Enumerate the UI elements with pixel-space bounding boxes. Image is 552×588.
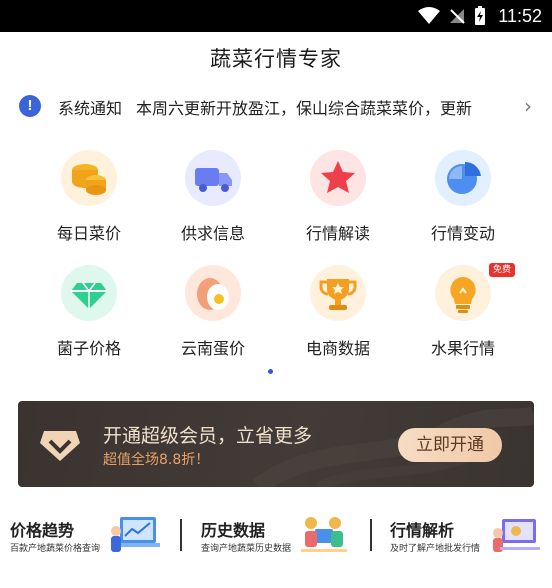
grid-item-label: 云南蛋价 xyxy=(180,339,245,358)
no-signal-icon xyxy=(450,9,465,24)
grid-item-label: 电商数据 xyxy=(305,339,370,358)
grid-item-daily-price[interactable]: 每日菜价 xyxy=(29,140,149,250)
wifi-icon xyxy=(418,7,441,24)
card-title: 行情解析 xyxy=(390,521,455,540)
pie-chart-icon xyxy=(435,150,491,206)
page-title: 蔬菜行情专家 xyxy=(210,47,342,71)
history-data-illustration xyxy=(301,517,347,552)
grid-item-market-changes[interactable]: 行情变动 xyxy=(403,140,523,250)
card-subtitle: 及时了解产地批发行情 xyxy=(390,544,481,554)
system-notice[interactable]: ! 系统通知 本周六更新开放盈江，保山综合蔬菜菜价，更新 › xyxy=(0,88,552,124)
grid-item-label: 菌子价格 xyxy=(56,339,121,358)
info-icon: ! xyxy=(19,95,41,117)
status-icons: 11:52 xyxy=(418,0,542,32)
open-membership-button[interactable]: 立即开通 xyxy=(398,428,502,462)
card-title: 历史数据 xyxy=(201,521,266,540)
grid-item-label: 行情变动 xyxy=(430,224,495,243)
price-trend-illustration xyxy=(111,517,160,552)
grid-item-mushroom-price[interactable]: 菌子价格 xyxy=(29,255,149,365)
card-subtitle: 百款产地蔬菜价格查询 xyxy=(10,544,101,554)
history-data-card[interactable]: 历史数据 查询产地蔬菜历史数据 xyxy=(201,505,361,565)
market-analysis-illustration xyxy=(493,519,540,552)
lightbulb-icon xyxy=(435,265,491,321)
chevron-right-icon[interactable]: › xyxy=(524,95,532,117)
diamond-icon xyxy=(61,265,117,321)
egg-icon xyxy=(185,265,241,321)
grid-item-fruit-market[interactable]: 免费 水果行情 xyxy=(403,255,523,365)
grid-item-label: 行情解读 xyxy=(305,224,370,243)
status-bar: 11:52 xyxy=(0,0,552,32)
market-analysis-card[interactable]: 行情解析 及时了解产地批发行情 xyxy=(390,505,542,565)
vip-banner[interactable]: 开通超级会员，立省更多 超值全场8.8折！ 立即开通 xyxy=(18,401,534,487)
banner-title: 开通超级会员，立省更多 xyxy=(103,425,313,447)
title-bar: 蔬菜行情专家 xyxy=(0,32,552,84)
grid-item-supply-demand[interactable]: 供求信息 xyxy=(153,140,273,250)
star-icon xyxy=(310,150,366,206)
banner-subtitle: 超值全场8.8折！ xyxy=(103,452,210,468)
trophy-icon xyxy=(310,265,366,321)
grid-item-egg-price[interactable]: 云南蛋价 xyxy=(153,255,273,365)
grid-item-label: 水果行情 xyxy=(430,339,495,358)
card-title: 价格趋势 xyxy=(10,521,75,540)
bottom-card-row: 价格趋势 百款产地蔬菜价格查询 历史数据 查询产地蔬菜历史数据 行情解析 及时了… xyxy=(0,505,552,565)
status-time: 11:52 xyxy=(498,5,542,26)
grid-item-label: 每日菜价 xyxy=(56,224,121,243)
grid-item-label: 供求信息 xyxy=(180,224,245,243)
price-trend-card[interactable]: 价格趋势 百款产地蔬菜价格查询 xyxy=(10,505,170,565)
card-subtitle: 查询产地蔬菜历史数据 xyxy=(201,544,292,554)
notice-text: 本周六更新开放盈江，保山综合蔬菜菜价，更新 xyxy=(136,99,473,118)
free-badge: 免费 xyxy=(489,263,516,277)
truck-icon xyxy=(185,150,241,206)
notice-label: 系统通知 xyxy=(58,99,123,118)
page-indicator xyxy=(268,369,273,374)
card-divider xyxy=(180,519,182,551)
vip-diamond-icon xyxy=(40,431,80,461)
battery-charging-icon xyxy=(475,6,486,25)
grid-item-ecommerce-data[interactable]: 电商数据 xyxy=(278,255,398,365)
coins-icon xyxy=(61,150,117,206)
card-divider xyxy=(370,519,372,551)
grid-item-market-interpretation[interactable]: 行情解读 xyxy=(278,140,398,250)
